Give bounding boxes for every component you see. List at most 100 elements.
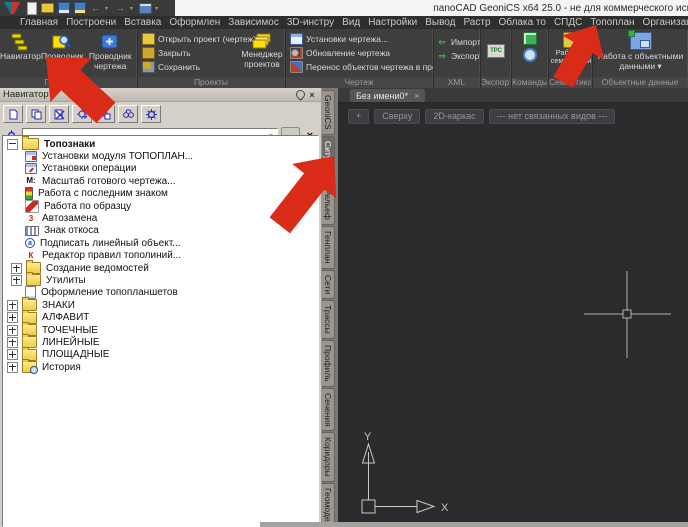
xml-export-button[interactable]: ⇒ Экспорт [434,49,480,63]
tree-row[interactable]: ТОЧЕЧНЫЕ [3,324,318,336]
tree-label: АЛФАВИТ [40,312,91,323]
side-tab-relef[interactable]: Рельеф [322,184,335,225]
tree-row[interactable]: ПЛОЩАДНЫЕ [3,349,318,361]
expand-icon[interactable] [7,362,18,373]
navigator-button[interactable]: Навигатор [0,30,41,62]
tree-row[interactable]: Топознаки [3,138,318,150]
transfer-objects-button[interactable]: Перенос объектов чертежа в проект [286,60,433,74]
side-tab-geonics[interactable]: GeoniCS [322,90,335,135]
close-project-button[interactable]: Закрыть [138,46,240,60]
tree-row[interactable]: История [3,361,318,373]
drawing-area[interactable]: Без имени0* × + Сверху 2D-каркас --- нет… [338,88,688,527]
print-icon[interactable] [139,2,152,15]
pin-icon[interactable] [294,89,306,100]
drawing-refresh-button[interactable]: Обновление чертежа [286,46,433,60]
tree-row[interactable]: К Редактор правил тополиний... [3,250,318,262]
command-circle-button[interactable] [523,48,537,62]
tree-row[interactable]: Создание ведомостей [3,262,318,274]
tree-row[interactable]: M: Масштаб готового чертежа... [3,175,318,187]
tab-organizatsiya[interactable]: Организац [639,16,688,29]
tpc-export-button[interactable]: ТРС [487,44,505,58]
tree-label: ЛИНЕЙНЫЕ [40,337,102,348]
tree-row[interactable]: Установки модуля ТОПОПЛАН... [3,150,318,162]
semantics-button[interactable]: Работа с семантикой ▾ [549,30,593,74]
save-project-label: Сохранить [158,62,200,72]
linked-views-button[interactable]: --- нет связанных видов --- [489,109,616,124]
tree-row[interactable]: 3 Автозамена [3,212,318,224]
xml-import-button[interactable]: ⇐ Импорт [434,35,480,49]
side-tab-trassy[interactable]: Трассы [322,300,335,339]
toolbar-options-icon[interactable]: ▾ [155,5,161,12]
tab-vyvod[interactable]: Вывод [421,16,459,29]
add-viewport-button[interactable]: + [348,109,369,124]
back-dropdown-icon[interactable]: ▾ [105,5,111,12]
expand-icon[interactable] [7,325,18,336]
side-tab-koridory[interactable]: Коридоры [322,432,335,482]
expand-icon[interactable] [7,312,18,323]
side-tab-seti[interactable]: Сети [322,270,335,299]
back-icon[interactable]: ← [89,2,102,15]
tab-spds[interactable]: СПДС [550,16,586,29]
tab-3d-instrumenty[interactable]: 3D-инстру [283,16,338,29]
tab-vstavka[interactable]: Вставка [120,16,165,29]
view-direction-button[interactable]: Сверху [374,109,420,124]
new-document-icon[interactable] [25,2,38,15]
side-tab-profil[interactable]: Профиль [322,340,335,387]
tree-row[interactable]: Оформление топопланшетов [3,287,318,299]
open-project-button[interactable]: Открыть проект (чертеж)... [138,32,240,46]
folder-icon [26,274,41,286]
close-panel-icon[interactable]: × [306,89,318,100]
save-project-button[interactable]: Сохранить [138,60,240,74]
gear-icon[interactable] [141,105,161,123]
tree-row[interactable]: ЗНАКИ [3,299,318,311]
save-icon[interactable] [57,2,70,15]
expand-icon[interactable] [11,275,22,286]
tab-postroeniya[interactable]: Построени [62,16,120,29]
side-tab-genplan[interactable]: Генплан [322,226,335,268]
tab-glavnaya[interactable]: Главная [16,16,62,29]
tree-row[interactable]: ЛИНЕЙНЫЕ [3,336,318,348]
tab-oformlenie[interactable]: Оформлен [165,16,224,29]
tab-topoplan[interactable]: Топоплан [586,16,638,29]
close-document-icon[interactable]: × [414,91,419,101]
binoculars-icon[interactable] [118,105,138,123]
expand-icon[interactable] [7,300,18,311]
tree-row[interactable]: АЛФАВИТ [3,311,318,323]
operation-settings-icon [25,163,37,174]
tab-zavisimosti[interactable]: Зависимос [224,16,283,29]
document-tab[interactable]: Без имени0* × [350,89,425,102]
delete-document-icon[interactable] [49,105,69,123]
tab-oblaka-tochek[interactable]: Облака то [495,16,550,29]
gear-arrow-icon[interactable] [72,105,92,123]
tree-row[interactable]: Утилиты [3,274,318,286]
drawing-explorer-button[interactable]: Проводник чертежа [84,30,138,71]
tree-row[interactable]: a Подписать линейный объект... [3,237,318,249]
new-document-icon[interactable] [3,105,23,123]
side-tab-geomodel[interactable]: Геомодель [322,483,335,527]
copy-document-icon[interactable] [26,105,46,123]
side-tab-secheniya[interactable]: Сечения [322,388,335,432]
command-window-button[interactable] [523,32,537,45]
gear-document-icon[interactable] [95,105,115,123]
tree-row[interactable]: Знак откоса [3,225,318,237]
open-folder-icon[interactable] [41,2,54,15]
tab-rastr[interactable]: Растр [459,16,494,29]
forward-icon[interactable]: → [114,2,127,15]
project-manager-button[interactable]: Менеджер проектов [240,30,284,74]
expand-icon[interactable] [7,349,18,360]
tab-vid[interactable]: Вид [338,16,364,29]
collapse-icon[interactable] [7,139,18,150]
visual-style-button[interactable]: 2D-каркас [425,109,483,124]
side-tab-situatsiya[interactable]: Ситуация [322,136,335,184]
save-as-icon[interactable] [73,2,86,15]
tree-row[interactable]: Работа с последним знаком [3,188,318,200]
tab-nastroiki[interactable]: Настройки [364,16,421,29]
forward-dropdown-icon[interactable]: ▾ [130,5,136,12]
tree-row[interactable]: Работа по образцу [3,200,318,212]
drawing-settings-button[interactable]: Установки чертежа... [286,32,433,46]
explorer-button[interactable]: Проводник [41,30,84,62]
object-data-button[interactable]: Работа с объектными данными ▾ [593,30,688,71]
expand-icon[interactable] [7,337,18,348]
expand-icon[interactable] [11,263,22,274]
tree-row[interactable]: Установки операции [3,163,318,175]
